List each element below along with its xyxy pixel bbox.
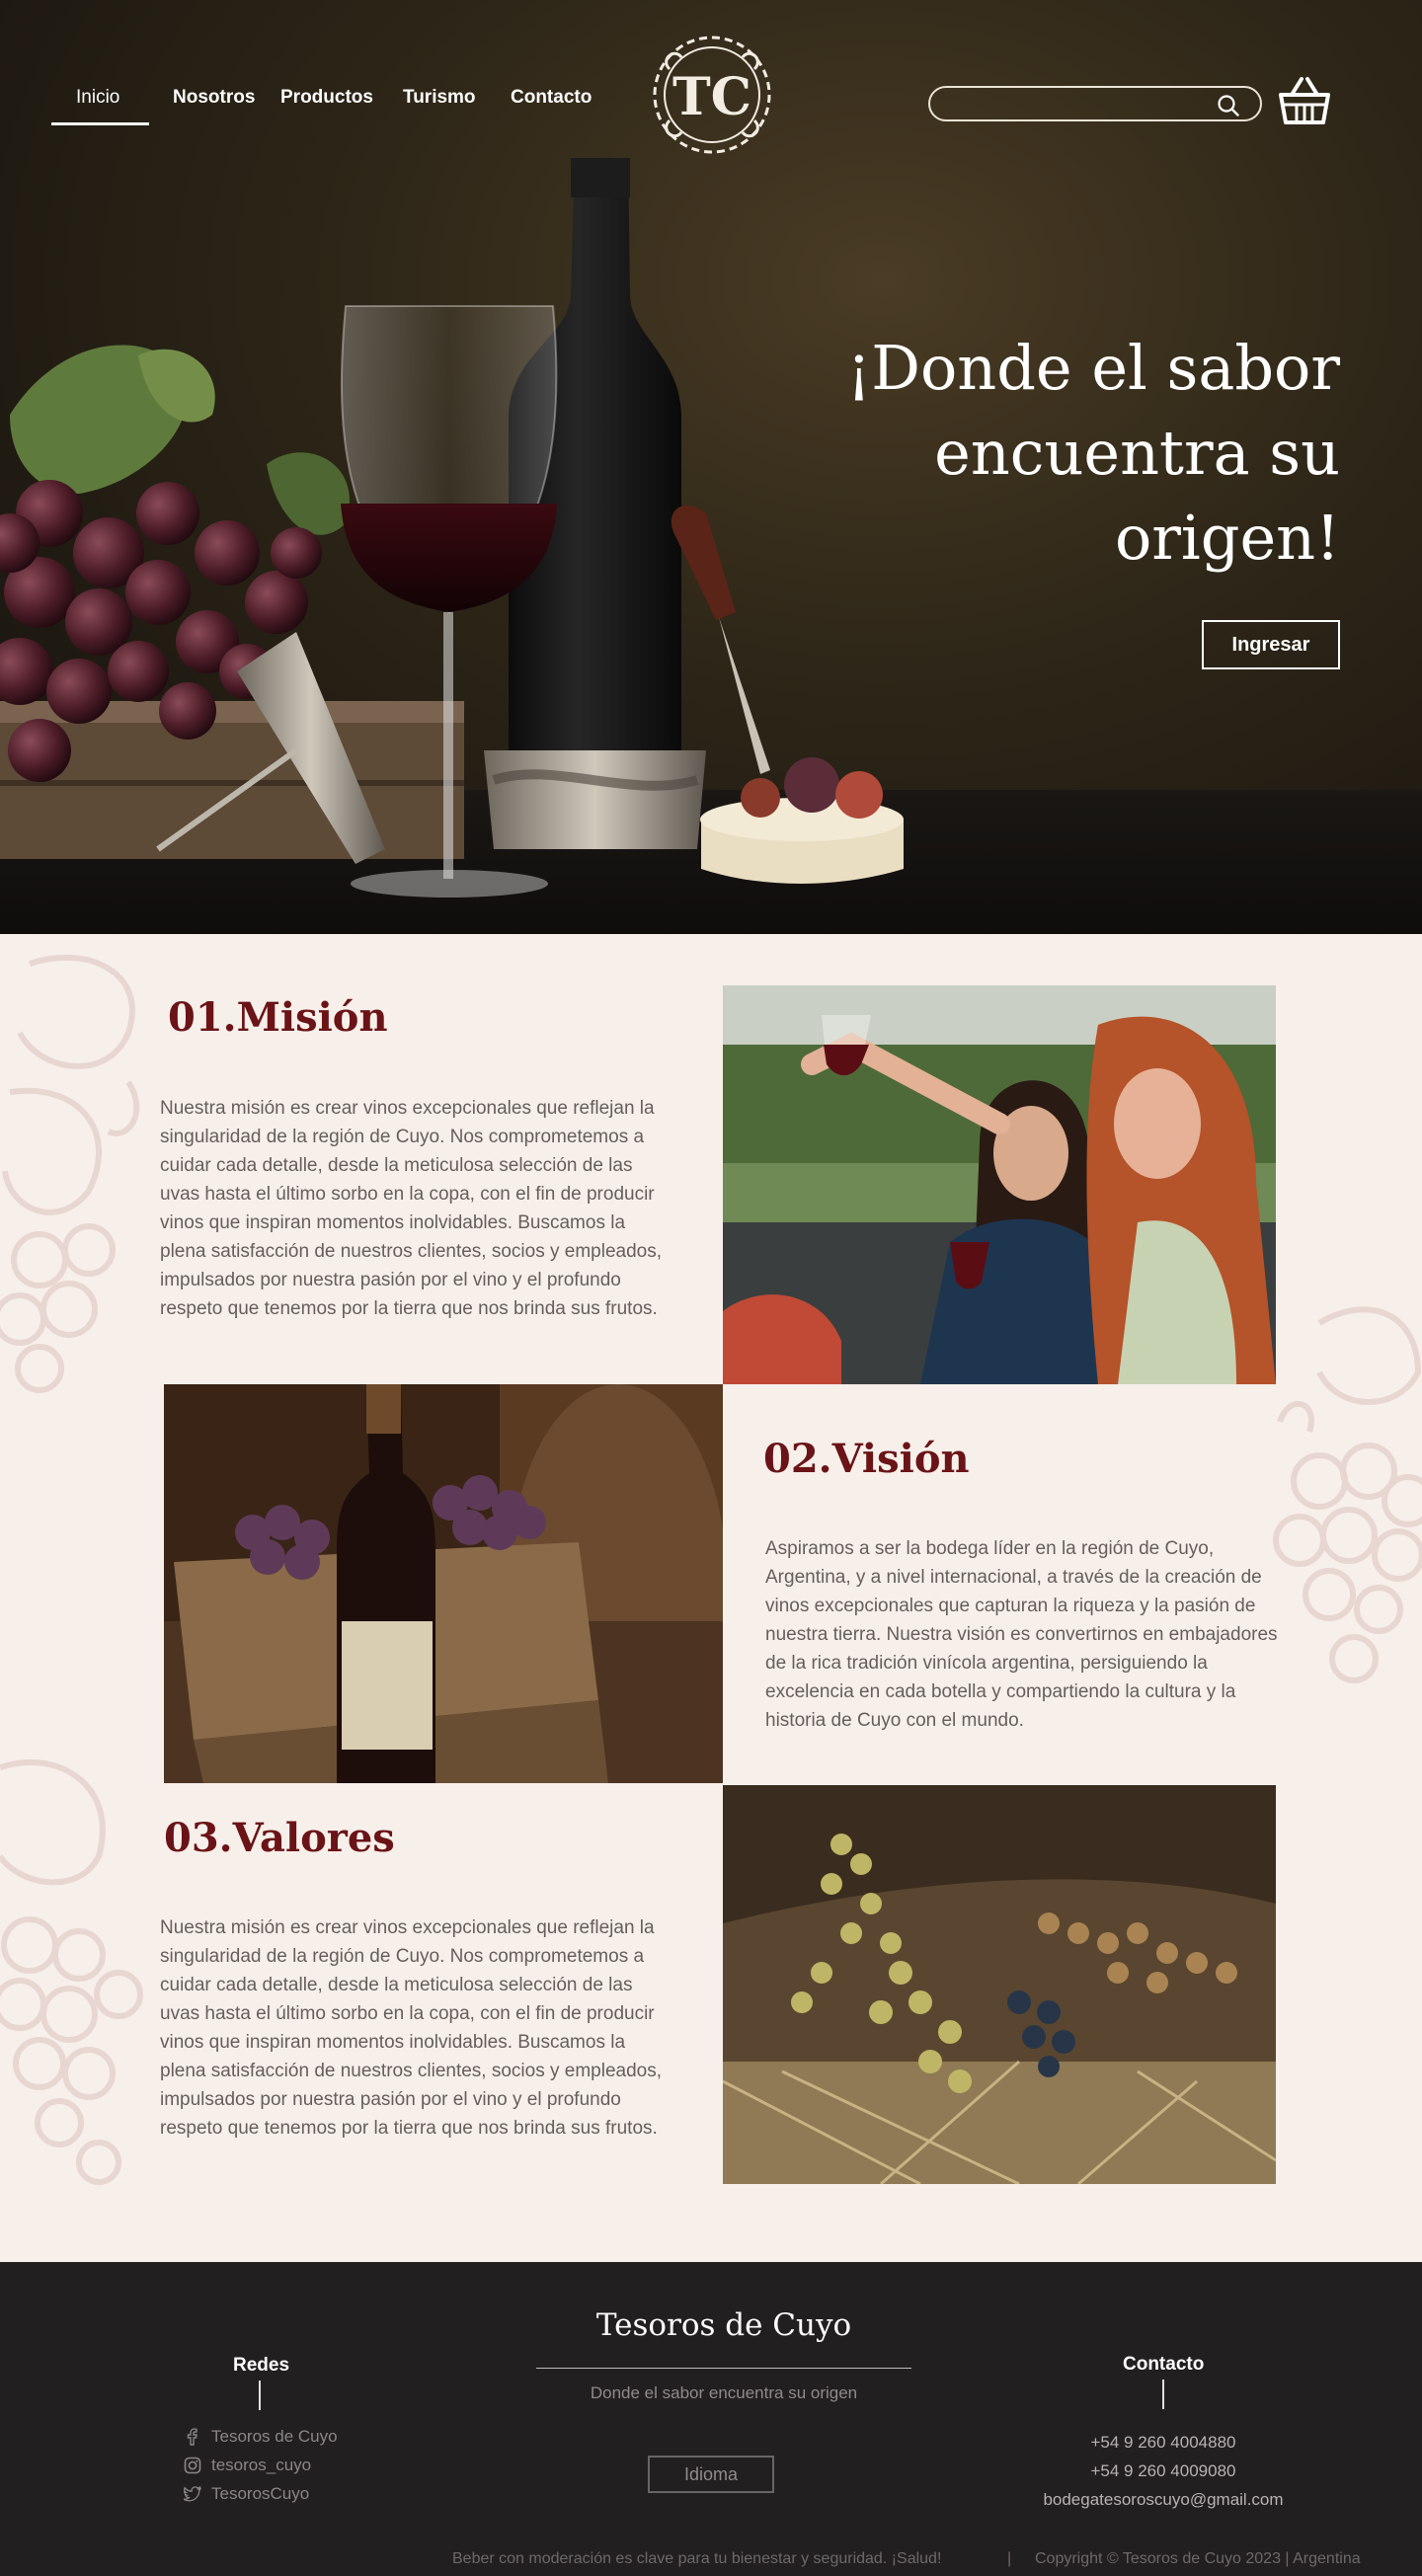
- contact-phone-2[interactable]: +54 9 260 4009080: [988, 2461, 1339, 2481]
- contact-email[interactable]: bodegatesoroscuyo@gmail.com: [988, 2490, 1339, 2510]
- twitter-icon: [184, 2485, 201, 2502]
- social-instagram[interactable]: tesoros_cuyo: [184, 2456, 311, 2475]
- social-facebook[interactable]: Tesoros de Cuyo: [184, 2427, 338, 2447]
- nav-inicio[interactable]: Inicio: [76, 87, 119, 109]
- logo-emblem[interactable]: TC: [650, 30, 774, 160]
- social-instagram-label: tesoros_cuyo: [211, 2456, 312, 2474]
- search-icon[interactable]: [1217, 94, 1240, 117]
- grape-illustration-left-bottom: [0, 1758, 143, 2185]
- instagram-icon: [184, 2457, 201, 2474]
- nav-contacto[interactable]: Contacto: [511, 87, 592, 109]
- photo-grape-harvest: [723, 1785, 1276, 2184]
- section-text-mision: Nuestra misión es crear vinos excepciona…: [160, 1098, 662, 1319]
- footer-brand-divider: [536, 2368, 911, 2369]
- section-title-vision: 02.Visión: [763, 1436, 970, 1482]
- footer-contacto-divider: [1162, 2380, 1164, 2409]
- section-title-valores: 03.Valores: [164, 1815, 395, 1861]
- footer-contacto-heading: Contacto: [1123, 2354, 1205, 2375]
- language-button[interactable]: Idioma: [648, 2456, 774, 2493]
- search-input[interactable]: [946, 91, 1213, 117]
- social-twitter[interactable]: TesorosCuyo: [184, 2484, 309, 2504]
- footer-redes-divider: [259, 2381, 261, 2410]
- footer-tagline: Donde el sabor encuentra su origen: [590, 2383, 858, 2402]
- svg-text:TC: TC: [672, 67, 751, 127]
- footer-disclaimer: Beber con moderación es clave para tu bi…: [452, 2550, 942, 2567]
- section-text-vision: Aspiramos a ser la bodega líder en la re…: [765, 1538, 1278, 1731]
- basket-icon[interactable]: [1278, 75, 1331, 126]
- grape-illustration-right: [1273, 1306, 1422, 1683]
- facebook-icon: [187, 2428, 198, 2446]
- hero-title: ¡Donde el sabor encuentra su origen!: [846, 332, 1340, 574]
- nav-active-underline: [51, 122, 149, 125]
- social-facebook-label: Tesoros de Cuyo: [211, 2427, 338, 2446]
- social-twitter-label: TesorosCuyo: [211, 2484, 310, 2503]
- footer-brand-name: Tesoros de Cuyo: [595, 2307, 852, 2343]
- contact-phone-1[interactable]: +54 9 260 4004880: [988, 2433, 1339, 2453]
- photo-bottle-crate: [164, 1384, 723, 1783]
- search-bar: [928, 86, 1262, 121]
- nav-productos[interactable]: Productos: [280, 87, 373, 109]
- footer-redes-heading: Redes: [233, 2355, 290, 2376]
- ingresar-button[interactable]: Ingresar: [1202, 620, 1340, 669]
- nav-nosotros[interactable]: Nosotros: [173, 87, 255, 109]
- grape-illustration-left-top: [0, 954, 140, 1393]
- hero-banner: Inicio Nosotros Productos Turismo Contac…: [0, 0, 1422, 934]
- footer-separator: |: [1007, 2550, 1012, 2567]
- footer-copyright: Copyright © Tesoros de Cuyo 2023 | Argen…: [1035, 2550, 1361, 2567]
- section-text-valores: Nuestra misión es crear vinos excepciona…: [160, 1917, 662, 2139]
- photo-friends-toasting: [723, 985, 1276, 1384]
- section-title-mision: 01.Misión: [168, 994, 388, 1041]
- nav-turismo[interactable]: Turismo: [403, 87, 476, 109]
